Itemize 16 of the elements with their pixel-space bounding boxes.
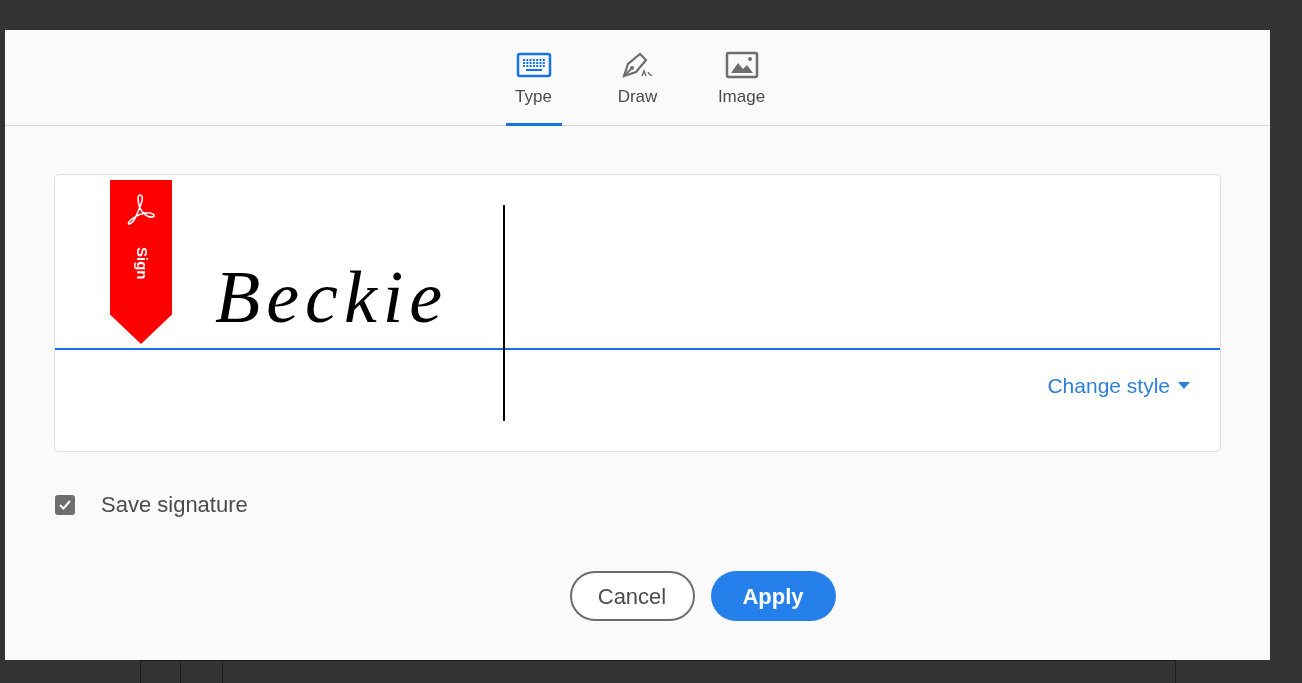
save-signature-label: Save signature [101,491,248,519]
checkmark-icon [59,499,71,510]
apply-button[interactable]: Apply [710,571,836,621]
ribbon-label: Sign [132,247,152,280]
keyboard-icon [515,52,552,78]
caret-icon [1178,382,1190,390]
signature-field[interactable]: Beckie Change style Sign [54,174,1221,452]
save-signature-checkbox[interactable] [55,494,75,515]
change-style-link[interactable]: Change style [1047,370,1190,402]
signature-text: Beckie [215,260,449,334]
tab[interactable]: Image [713,48,770,126]
cancel-button[interactable]: Cancel [569,571,695,621]
tab[interactable]: Draw [609,48,666,126]
acrobat-logo-icon [126,192,156,226]
tab[interactable]: Type [505,48,562,126]
image-icon [724,51,759,79]
